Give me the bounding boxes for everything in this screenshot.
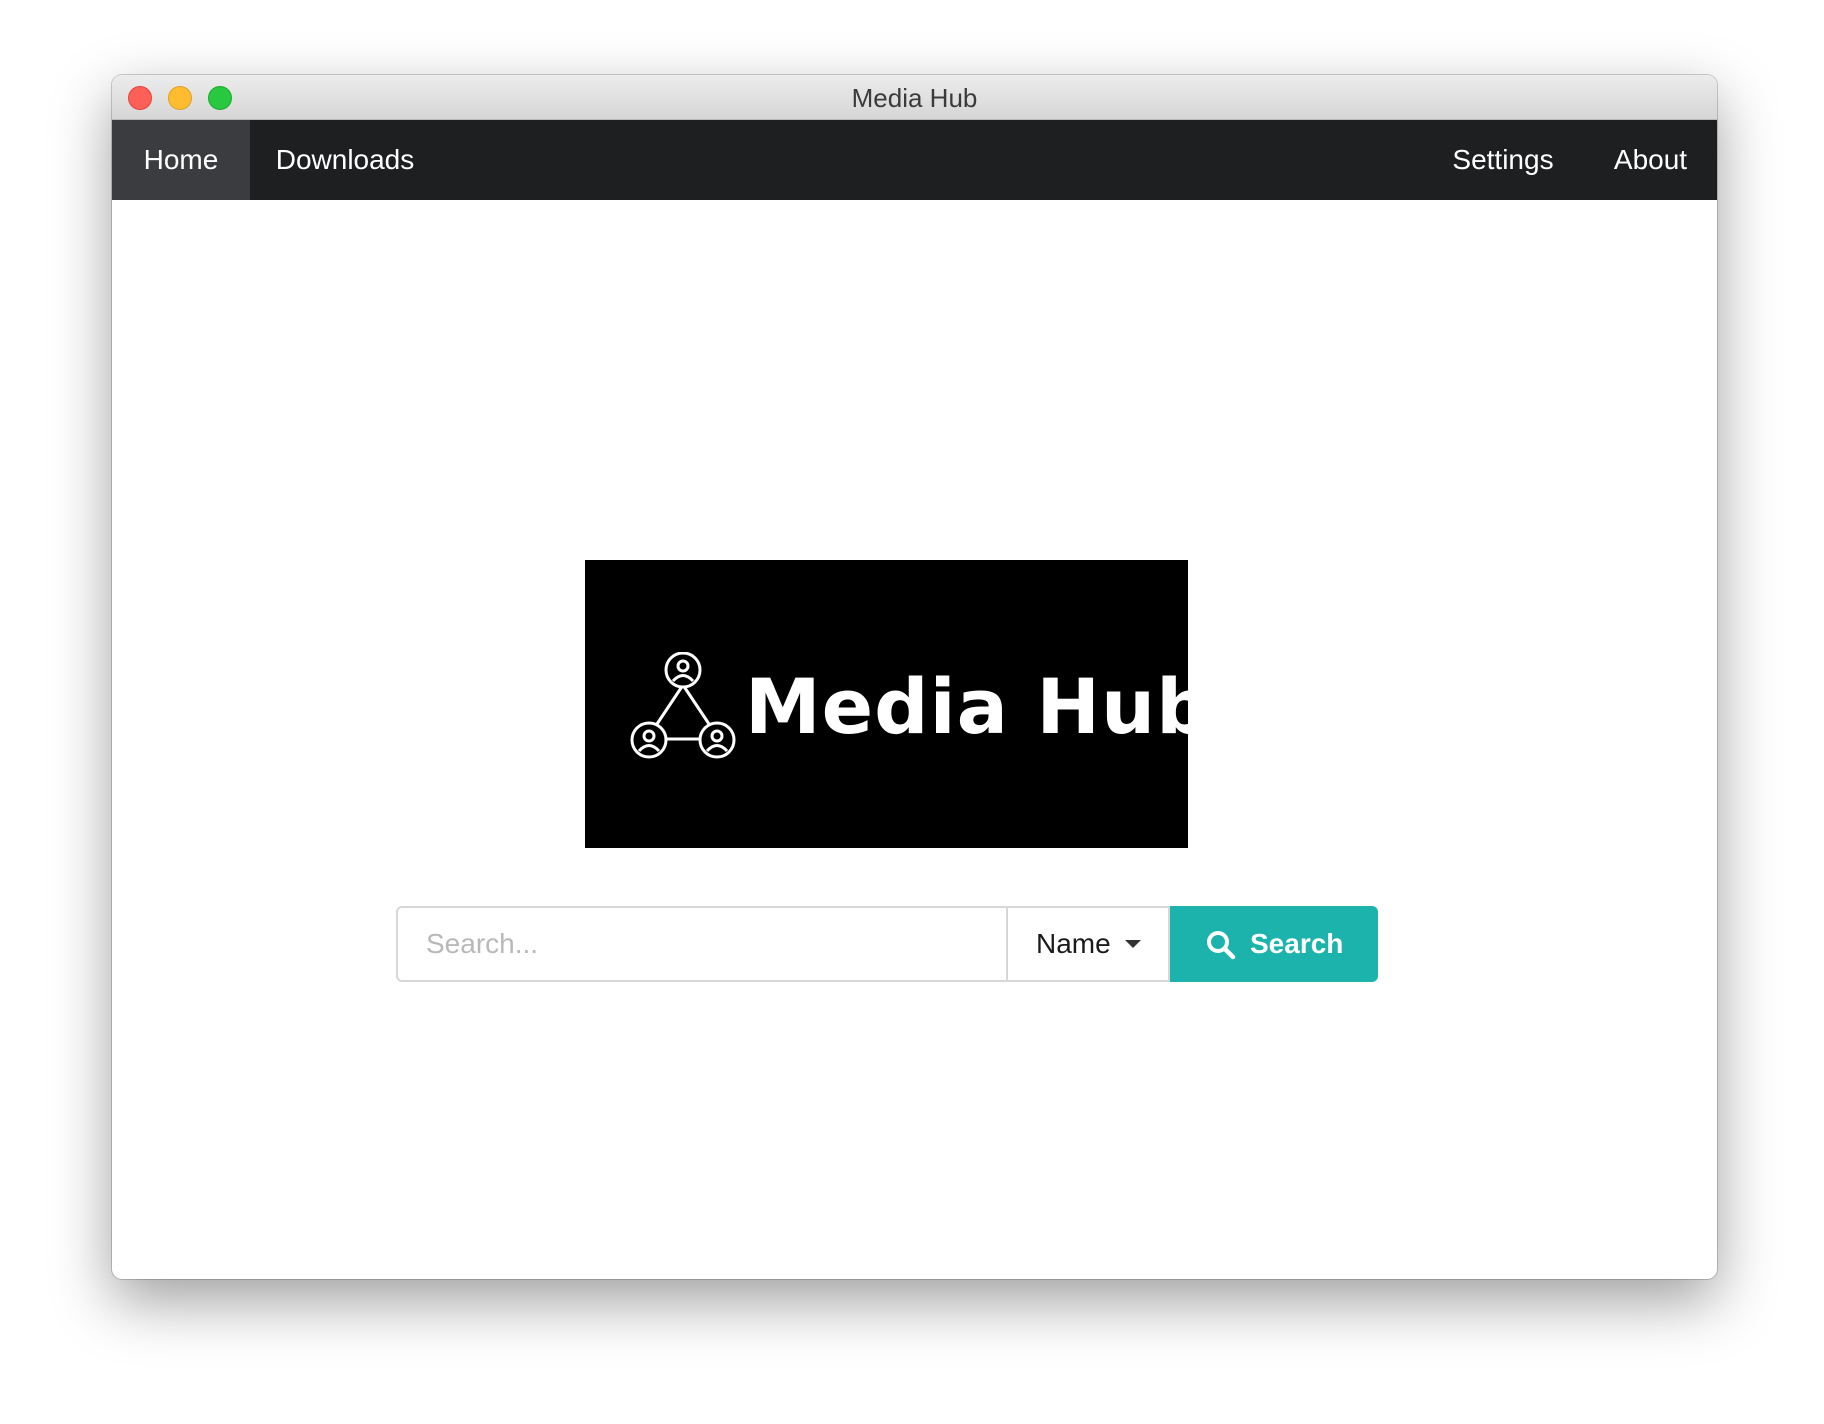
logo-text: Media Hub (745, 662, 1212, 751)
search-field-select[interactable]: Name (1006, 906, 1170, 982)
chevron-down-icon (1125, 940, 1141, 948)
search-icon (1207, 931, 1236, 960)
nav-item-settings[interactable]: Settings (1422, 120, 1584, 200)
top-navbar: Home Downloads Settings About (112, 120, 1717, 200)
search-field-selected-value: Name (1036, 928, 1111, 959)
window-title: Media Hub (851, 83, 978, 113)
search-input[interactable] (396, 906, 1006, 982)
title-bar: Media Hub (112, 75, 1717, 120)
network-people-icon (630, 652, 736, 759)
app-window: Media Hub Home Downloads Settings About (112, 75, 1717, 1279)
search-button[interactable]: Search (1170, 906, 1378, 982)
nav-item-downloads[interactable]: Downloads (250, 120, 440, 200)
nav-item-home[interactable]: Home (112, 120, 250, 200)
search-button-label: Search (1250, 928, 1344, 959)
media-hub-logo: Media Hub (585, 560, 1210, 848)
nav-item-about[interactable]: About (1584, 120, 1717, 200)
